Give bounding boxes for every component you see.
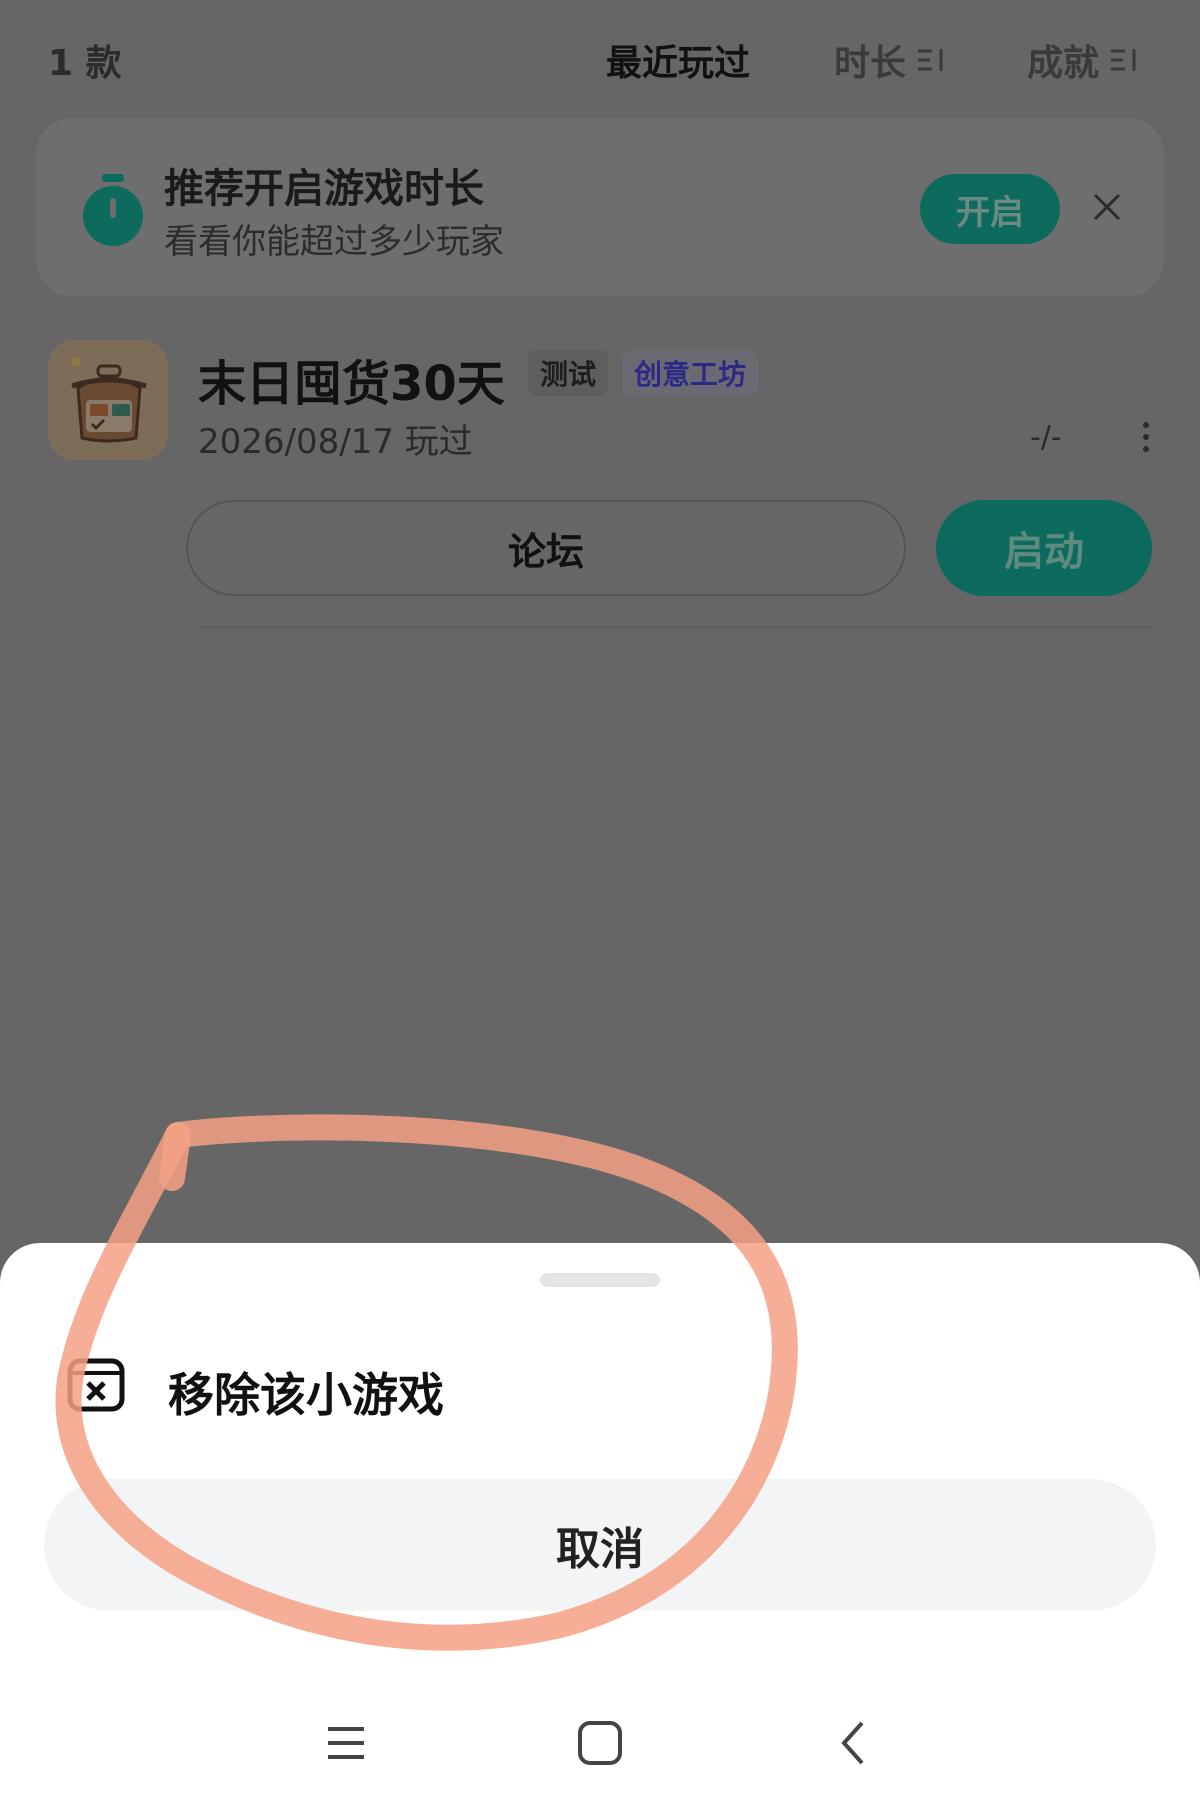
back-icon[interactable] [824, 1713, 884, 1773]
game-title: 末日囤货30天 [198, 356, 505, 412]
system-nav-bar [0, 1713, 1200, 1814]
action-sheet: 移除该小游戏 取消 [0, 1243, 1200, 1814]
sort-order-icon [1111, 49, 1136, 71]
launch-button[interactable]: 启动 [936, 500, 1152, 596]
game-count: 1 款 [48, 43, 122, 84]
sort-achievement[interactable]: 成就 [1027, 34, 1139, 86]
sort-bar: 1 款 最近玩过 时长 成就 [0, 0, 1200, 115]
remove-window-icon [67, 1358, 125, 1412]
sort-recent-played[interactable]: 最近玩过 [606, 34, 750, 86]
page: 1 款 最近玩过 时长 成就 推荐开启游戏时长 看看你能超过多少玩家 开启 末日… [0, 0, 1200, 1814]
sort-duration[interactable]: 时长 [834, 34, 946, 86]
more-options-icon[interactable] [1140, 420, 1152, 454]
home-icon[interactable] [570, 1713, 630, 1773]
sort-recent-label: 最近玩过 [606, 43, 751, 84]
cancel-button[interactable]: 取消 [44, 1479, 1156, 1611]
divider [196, 626, 1156, 628]
achievement-stat: -/- [1030, 420, 1062, 455]
enable-playtime-button[interactable]: 开启 [920, 174, 1060, 244]
stopwatch-icon [83, 174, 143, 246]
forum-button[interactable]: 论坛 [186, 500, 906, 596]
tip-subtitle: 看看你能超过多少玩家 [164, 222, 504, 262]
sort-achievement-label: 成就 [1027, 43, 1100, 84]
playtime-tip-card: 推荐开启游戏时长 看看你能超过多少玩家 开启 [36, 118, 1164, 296]
storage-basket-icon [48, 340, 168, 460]
played-date: 2026/08/17 玩过 [198, 422, 473, 462]
close-icon[interactable] [1090, 190, 1124, 224]
tag-test: 测试 [528, 350, 609, 396]
menu-icon[interactable] [316, 1713, 376, 1773]
sort-order-icon [918, 49, 943, 71]
remove-mini-game-option[interactable]: 移除该小游戏 [0, 1323, 1200, 1443]
game-app-icon[interactable] [48, 340, 168, 460]
sheet-drag-handle[interactable] [540, 1273, 660, 1287]
sort-duration-label: 时长 [834, 43, 907, 84]
tip-title: 推荐开启游戏时长 [164, 166, 484, 212]
remove-mini-game-label: 移除该小游戏 [168, 1368, 444, 1422]
tag-workshop: 创意工坊 [622, 350, 759, 396]
game-list-item[interactable]: 末日囤货30天 测试 创意工坊 2026/08/17 玩过 -/- 论坛 启动 [0, 330, 1200, 630]
